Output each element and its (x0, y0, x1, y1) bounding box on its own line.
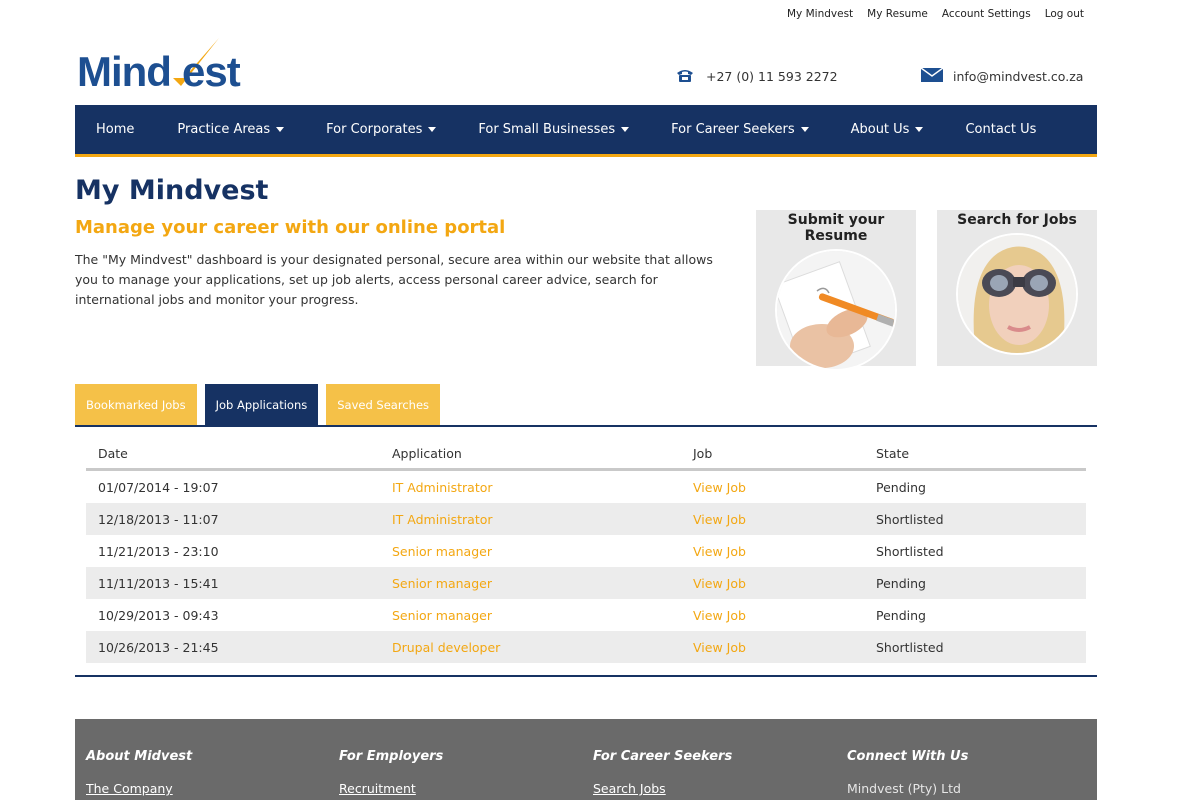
submit-resume-promo[interactable]: Submit your Resume (756, 210, 916, 371)
application-link[interactable]: Senior manager (392, 576, 492, 591)
tab-divider (75, 425, 1097, 427)
nav-practice-areas[interactable]: Practice Areas (177, 122, 285, 137)
header-phone: +27 (0) 11 593 2272 (676, 68, 838, 85)
nav-label: For Corporates (326, 122, 423, 137)
top-link-my-mindvest[interactable]: My Mindvest (787, 8, 853, 20)
footer-link-the-company[interactable]: The Company (86, 781, 192, 796)
nav-for-small-businesses[interactable]: For Small Businesses (478, 122, 630, 137)
envelope-icon (920, 67, 944, 85)
phone-icon (676, 68, 694, 85)
top-link-log-out[interactable]: Log out (1045, 8, 1084, 20)
caret-down-icon (276, 127, 285, 132)
footer-link-recruitment[interactable]: Recruitment (339, 781, 443, 796)
cell-date: 10/26/2013 - 21:45 (98, 639, 219, 655)
promo-title: Submit your Resume (787, 212, 885, 244)
top-link-account-settings[interactable]: Account Settings (942, 8, 1031, 20)
nav-label: Home (96, 122, 135, 137)
application-link[interactable]: Senior manager (392, 544, 492, 559)
nav-label: Practice Areas (177, 122, 271, 137)
table-row: 11/11/2013 - 15:41 Senior manager View J… (86, 567, 1086, 599)
email-address[interactable]: info@mindvest.co.za (953, 69, 1083, 84)
nav-label: About Us (850, 122, 910, 137)
cell-state: Pending (876, 607, 926, 623)
top-links: My Mindvest My Resume Account Settings L… (787, 8, 1084, 20)
view-job-link[interactable]: View Job (693, 480, 746, 495)
application-link[interactable]: Senior manager (392, 608, 492, 623)
caret-down-icon (800, 127, 809, 132)
footer-company-name: Mindvest (Pty) Ltd (847, 781, 961, 796)
view-job-link[interactable]: View Job (693, 640, 746, 655)
svg-text:est: est (182, 48, 241, 94)
application-link[interactable]: Drupal developer (392, 640, 500, 655)
table-row: 10/29/2013 - 09:43 Senior manager View J… (86, 599, 1086, 631)
caret-down-icon (915, 127, 924, 132)
view-job-link[interactable]: View Job (693, 544, 746, 559)
nav-label: Contact Us (965, 122, 1037, 137)
mindvest-logo[interactable]: Mind est (77, 36, 252, 95)
view-job-link[interactable]: View Job (693, 512, 746, 527)
main-nav: Home Practice Areas For Corporates For S… (75, 105, 1097, 157)
footer-heading: About Midvest (86, 749, 193, 764)
footer-col-career-seekers: For Career Seekers Search Jobs (593, 749, 732, 796)
tab-job-applications[interactable]: Job Applications (204, 384, 319, 425)
table-bottom-rule (75, 675, 1097, 677)
nav-label: For Career Seekers (671, 122, 795, 137)
svg-text:Mind: Mind (77, 48, 171, 94)
applications-table: Date Application Job State 01/07/2014 - … (86, 438, 1086, 663)
nav-home[interactable]: Home (96, 122, 134, 137)
cell-state: Shortlisted (876, 511, 944, 527)
table-row: 01/07/2014 - 19:07 IT Administrator View… (86, 471, 1086, 503)
top-link-my-resume[interactable]: My Resume (867, 8, 928, 20)
tab-bookmarked-jobs[interactable]: Bookmarked Jobs (75, 384, 197, 425)
header-date: Date (98, 445, 128, 461)
view-job-link[interactable]: View Job (693, 608, 746, 623)
page-title: My Mindvest (75, 175, 269, 206)
nav-contact-us[interactable]: Contact Us (965, 122, 1036, 137)
promo-title: Search for Jobs (957, 212, 1077, 228)
header-application: Application (392, 445, 462, 461)
cell-date: 11/11/2013 - 15:41 (98, 575, 219, 591)
cell-date: 12/18/2013 - 11:07 (98, 511, 219, 527)
cell-state: Shortlisted (876, 543, 944, 559)
search-jobs-promo[interactable]: Search for Jobs (937, 210, 1097, 366)
footer-col-employers: For Employers Recruitment (339, 749, 443, 796)
logo-graphic: Mind est (77, 38, 242, 95)
footer-col-about: About Midvest The Company (86, 749, 192, 796)
header-email: info@mindvest.co.za (920, 67, 1083, 85)
application-link[interactable]: IT Administrator (392, 512, 493, 527)
writing-hand-image (775, 249, 897, 371)
page-subtitle: Manage your career with our online porta… (75, 217, 506, 238)
nav-for-corporates[interactable]: For Corporates (326, 122, 437, 137)
header-job: Job (693, 445, 713, 461)
phone-number: +27 (0) 11 593 2272 (706, 69, 838, 84)
intro-text: The "My Mindvest" dashboard is your desi… (75, 252, 713, 307)
view-job-link[interactable]: View Job (693, 576, 746, 591)
tab-bar: Bookmarked Jobs Job Applications Saved S… (75, 384, 441, 425)
table-row: 10/26/2013 - 21:45 Drupal developer View… (86, 631, 1086, 663)
table-row: 12/18/2013 - 11:07 IT Administrator View… (86, 503, 1086, 535)
table-row: 11/21/2013 - 23:10 Senior manager View J… (86, 535, 1086, 567)
caret-down-icon (621, 127, 630, 132)
nav-for-career-seekers[interactable]: For Career Seekers (671, 122, 809, 137)
cell-date: 10/29/2013 - 09:43 (98, 607, 219, 623)
header-state: State (876, 445, 910, 461)
footer-heading: For Career Seekers (593, 749, 733, 764)
binoculars-woman-image (956, 233, 1078, 355)
caret-down-icon (428, 127, 437, 132)
footer-col-connect: Connect With Us Mindvest (Pty) Ltd (847, 749, 968, 796)
application-link[interactable]: IT Administrator (392, 480, 493, 495)
cell-state: Pending (876, 575, 926, 591)
nav-label: For Small Businesses (478, 122, 616, 137)
tab-saved-searches[interactable]: Saved Searches (326, 384, 441, 425)
cell-state: Pending (876, 479, 926, 495)
table-header: Date Application Job State (86, 438, 1086, 471)
cell-date: 11/21/2013 - 23:10 (98, 543, 219, 559)
cell-date: 01/07/2014 - 19:07 (98, 479, 219, 495)
footer-link-search-jobs[interactable]: Search Jobs (593, 781, 732, 796)
footer-heading: Connect With Us (847, 749, 969, 764)
nav-about-us[interactable]: About Us (851, 122, 924, 137)
footer-heading: For Employers (339, 749, 444, 764)
site-footer: About Midvest The Company For Employers … (75, 719, 1097, 800)
cell-state: Shortlisted (876, 639, 944, 655)
